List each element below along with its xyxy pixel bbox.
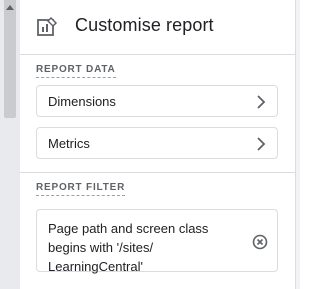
chevron-right-icon [257,137,266,151]
report-data-label: REPORT DATA [36,64,116,78]
report-filter-label: REPORT FILTER [36,182,126,196]
section-divider [20,172,295,173]
customise-report-panel: Customise report REPORT DATA Dimensions … [20,0,295,289]
scroll-up-arrow-icon[interactable] [6,5,14,10]
customise-report-icon [37,16,58,36]
dimensions-label: Dimensions [48,94,116,109]
header-divider [20,54,295,55]
right-edge [295,0,300,289]
filter-condition-text: Page path and screen class begins with '… [48,221,209,274]
chevron-right-icon [257,95,266,109]
scrollbar-thumb[interactable] [4,0,16,118]
metrics-row[interactable]: Metrics [36,127,278,159]
dimensions-row[interactable]: Dimensions [36,85,278,117]
metrics-label: Metrics [48,136,90,151]
report-filter-card[interactable]: Page path and screen class begins with '… [36,209,278,274]
panel-header: Customise report [20,0,295,54]
page-title: Customise report [75,15,214,35]
close-circle-icon[interactable] [252,234,268,250]
left-scrollbar[interactable] [0,0,20,289]
